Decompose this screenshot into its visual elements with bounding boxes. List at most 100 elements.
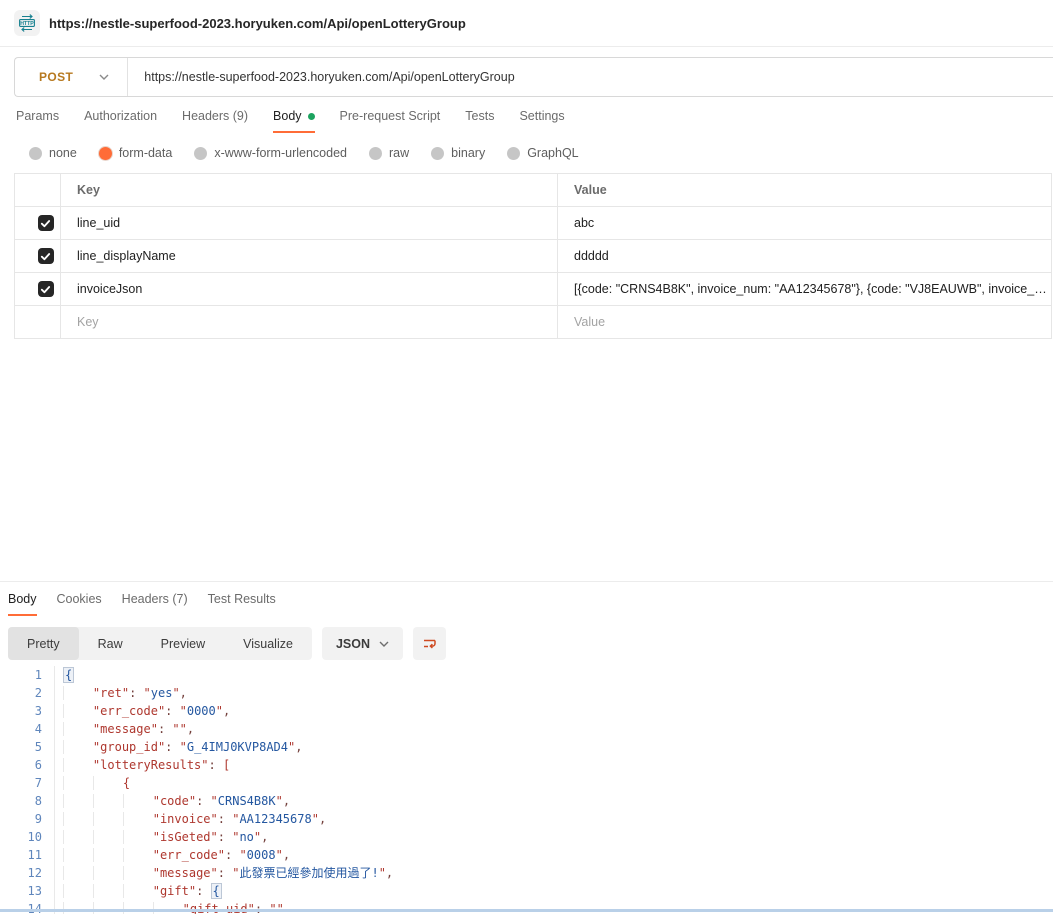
http-request-icon: HTTP [14, 10, 40, 36]
view-preview[interactable]: Preview [142, 627, 224, 660]
json-key: err_code [160, 848, 218, 862]
key-cell[interactable]: invoiceJson [61, 273, 558, 306]
indent-guide [123, 812, 153, 826]
line-number: 1 [0, 666, 55, 684]
indent-guide [93, 794, 123, 808]
request-tab-params[interactable]: Params [16, 109, 59, 133]
body-mode-none[interactable]: none [29, 146, 77, 160]
indent-guide [153, 902, 183, 914]
body-mode-binary[interactable]: binary [431, 146, 485, 160]
svg-text:HTTP: HTTP [20, 21, 34, 27]
indent-guide [63, 758, 93, 772]
json-value: yes [151, 686, 173, 700]
code-content: { [55, 666, 74, 684]
view-raw[interactable]: Raw [79, 627, 142, 660]
horizontal-scrollbar[interactable] [0, 909, 1053, 912]
line-number: 13 [0, 882, 55, 900]
wrap-lines-button[interactable] [413, 627, 446, 660]
url-bar: POST [14, 57, 1053, 97]
tab-label: Headers (7) [122, 592, 188, 606]
json-key: ret [100, 686, 122, 700]
method-selector[interactable]: POST [15, 58, 127, 96]
row-select-cell [15, 273, 61, 306]
line-number: 4 [0, 720, 55, 738]
request-tab-headers-9[interactable]: Headers (9) [182, 109, 248, 133]
value-cell-placeholder[interactable]: Value [558, 306, 1052, 339]
checkbox-checked[interactable] [38, 248, 54, 264]
code-line: 12 "message": "此發票已經參加使用過了!", [0, 864, 1053, 882]
value-cell[interactable]: abc [558, 207, 1052, 240]
request-tab-authorization[interactable]: Authorization [84, 109, 157, 133]
response-tab-headers-7[interactable]: Headers (7) [122, 592, 188, 616]
json-value: 0000 [187, 704, 216, 718]
view-pretty[interactable]: Pretty [8, 627, 79, 660]
indent-guide [63, 848, 93, 862]
json-key: gift [160, 884, 189, 898]
value-cell[interactable]: ddddd [558, 240, 1052, 273]
line-number: 8 [0, 792, 55, 810]
json-key: isGeted [160, 830, 211, 844]
form-data-row: line_uidabc [15, 207, 1052, 240]
request-tab-settings[interactable]: Settings [519, 109, 564, 133]
key-cell[interactable]: line_displayName [61, 240, 558, 273]
code-content: "gift": { [55, 882, 222, 900]
indent-guide [123, 884, 153, 898]
checkbox-checked[interactable] [38, 281, 54, 297]
response-body-editor[interactable]: 1{2 "ret": "yes",3 "err_code": "0000",4 … [0, 666, 1053, 914]
value-cell[interactable]: [{code: "CRNS4B8K", invoice_num: "AA1234… [558, 273, 1052, 306]
form-data-row: line_displayNameddddd [15, 240, 1052, 273]
radio-icon [507, 147, 520, 160]
request-tab-body[interactable]: Body [273, 109, 315, 133]
body-mode-x-www-form-urlencoded[interactable]: x-www-form-urlencoded [194, 146, 347, 160]
url-input[interactable] [144, 70, 1053, 84]
request-tab-pre-request-script[interactable]: Pre-request Script [340, 109, 441, 133]
divider [127, 58, 128, 96]
body-mode-label: binary [451, 146, 485, 160]
key-column-header: Key [61, 174, 558, 207]
form-data-placeholder-row: KeyValue [15, 306, 1052, 339]
select-column-header [15, 174, 61, 207]
response-toolbar: PrettyRawPreviewVisualize JSON [8, 627, 1053, 660]
indent-guide [93, 884, 123, 898]
json-value: AA12345678 [239, 812, 311, 826]
json-key: message [100, 722, 151, 736]
json-key: gift_uid [190, 902, 248, 914]
response-tab-cookies[interactable]: Cookies [57, 592, 102, 616]
response-format-dropdown[interactable]: JSON [322, 627, 403, 660]
body-mode-form-data[interactable]: form-data [99, 146, 173, 160]
body-mode-graphql[interactable]: GraphQL [507, 146, 578, 160]
line-number: 7 [0, 774, 55, 792]
line-number: 3 [0, 702, 55, 720]
radio-icon [431, 147, 444, 160]
json-key: lotteryResults [100, 758, 201, 772]
indent-guide [63, 884, 93, 898]
request-tab-tests[interactable]: Tests [465, 109, 494, 133]
form-data-table: Key Value line_uidabcline_displayNameddd… [14, 173, 1052, 339]
json-value: 此發票已經參加使用過了! [239, 866, 378, 880]
json-bracket: { [123, 776, 130, 790]
tab-label: Params [16, 109, 59, 123]
view-visualize[interactable]: Visualize [224, 627, 312, 660]
indent-guide [123, 866, 153, 880]
checkbox-checked[interactable] [38, 215, 54, 231]
request-tab-header: HTTP https://nestle-superfood-2023.horyu… [0, 0, 1053, 47]
tab-label: Settings [519, 109, 564, 123]
json-key: code [160, 794, 189, 808]
body-mode-raw[interactable]: raw [369, 146, 409, 160]
response-tab-body[interactable]: Body [8, 592, 37, 616]
indent-guide [63, 902, 93, 914]
body-mode-label: form-data [119, 146, 173, 160]
json-key: message [160, 866, 211, 880]
response-tabs: Body Cookies Headers (7) Test Results [0, 592, 1053, 616]
key-cell-placeholder[interactable]: Key [61, 306, 558, 339]
radio-icon [369, 147, 382, 160]
value-column-header: Value [558, 174, 1052, 207]
indent-guide [63, 830, 93, 844]
code-line: 13 "gift": { [0, 882, 1053, 900]
form-data-row: invoiceJson[{code: "CRNS4B8K", invoice_n… [15, 273, 1052, 306]
radio-icon [99, 147, 112, 160]
response-tab-test-results[interactable]: Test Results [208, 592, 276, 616]
key-cell[interactable]: line_uid [61, 207, 558, 240]
row-select-cell [15, 207, 61, 240]
json-bracket: { [63, 667, 74, 683]
